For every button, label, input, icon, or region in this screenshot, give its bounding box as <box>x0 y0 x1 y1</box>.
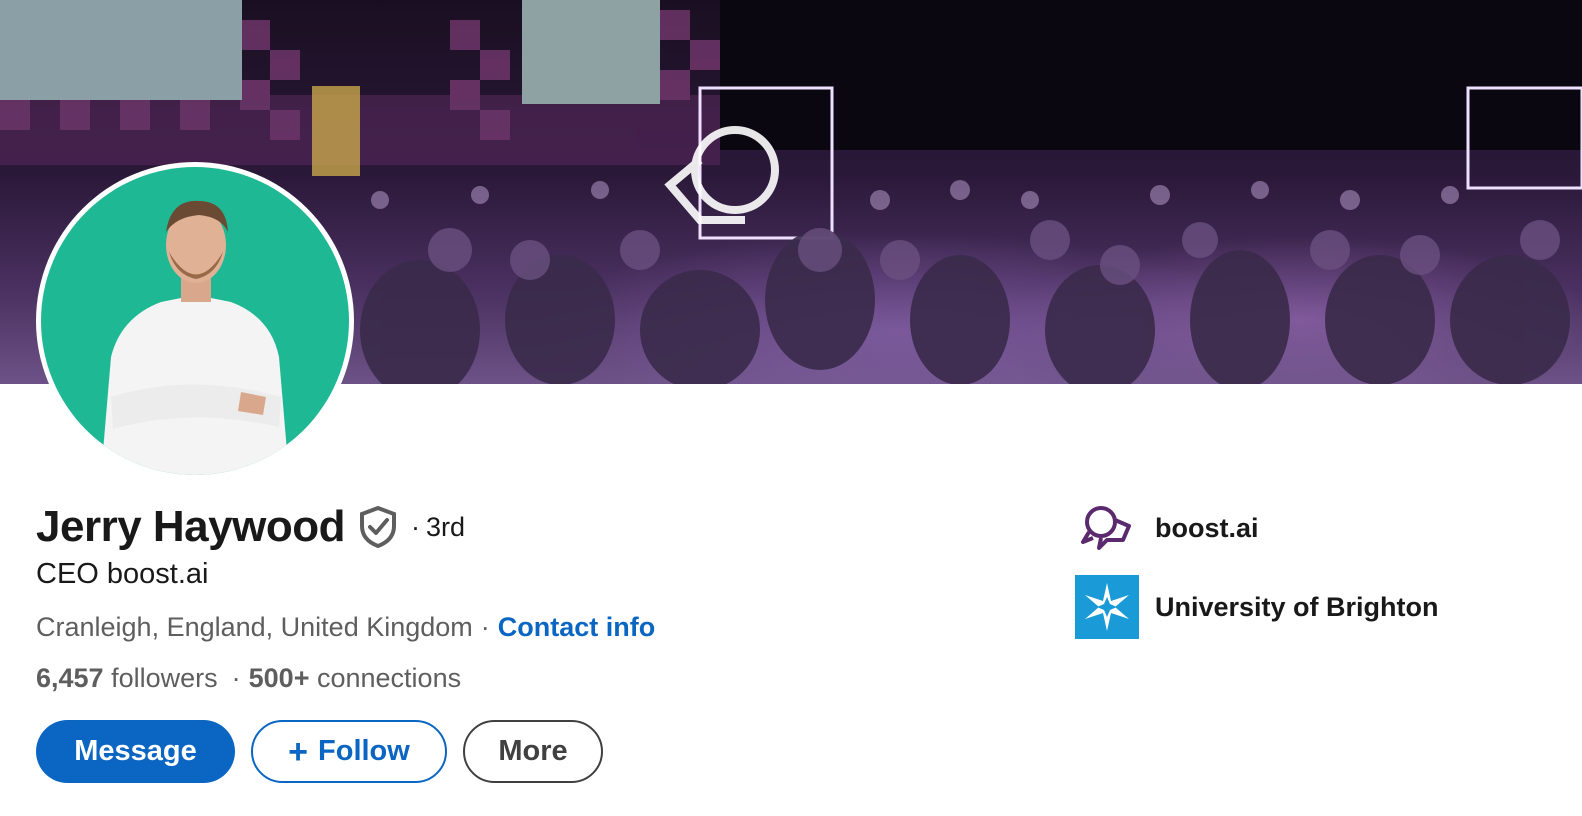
university-of-brighton-logo-icon <box>1075 575 1139 639</box>
location-row: Cranleigh, England, United Kingdom · Conta… <box>36 612 655 643</box>
org-university-of-brighton[interactable]: University of Brighton <box>1075 575 1439 639</box>
degree-label: 3rd <box>425 511 465 542</box>
verified-shield-icon[interactable] <box>359 505 397 549</box>
message-button[interactable]: Message <box>36 720 235 783</box>
profile-photo-image <box>41 167 349 475</box>
followers-label: followers <box>111 663 218 693</box>
name-row: Jerry Haywood · 3rd <box>36 500 465 554</box>
follow-button[interactable]: + Follow <box>251 720 447 783</box>
person-illustration <box>101 200 289 475</box>
connections-label[interactable]: connections <box>317 663 461 693</box>
follow-label: Follow <box>318 735 410 767</box>
degree-separator: · <box>410 511 420 542</box>
connections-count[interactable]: 500+ <box>249 663 310 693</box>
profile-actions: Message + Follow More <box>36 720 603 783</box>
followers-count: 6,457 <box>36 663 104 693</box>
connection-degree: · 3rd <box>411 512 465 543</box>
more-button[interactable]: More <box>463 720 603 783</box>
org-name: University of Brighton <box>1155 591 1439 622</box>
profile-name: Jerry Haywood <box>36 502 345 551</box>
org-name: boost.ai <box>1155 512 1259 543</box>
contact-info-link[interactable]: Contact info <box>498 612 655 642</box>
profile-photo[interactable] <box>36 162 354 480</box>
org-boost-ai[interactable]: boost.ai <box>1075 496 1259 560</box>
profile-headline: CEO boost.ai <box>36 558 209 590</box>
boost-ai-logo-icon <box>1075 496 1139 560</box>
plus-icon: + <box>288 732 309 771</box>
profile-location: Cranleigh, England, United Kingdom <box>36 612 473 642</box>
network-stats: 6,457 followers · 500+ connections <box>36 663 461 694</box>
profile-page: Jerry Haywood · 3rd CEO boost.ai Cranleig… <box>0 0 1582 816</box>
location-separator: · <box>480 612 490 642</box>
stats-separator: · <box>231 663 241 693</box>
